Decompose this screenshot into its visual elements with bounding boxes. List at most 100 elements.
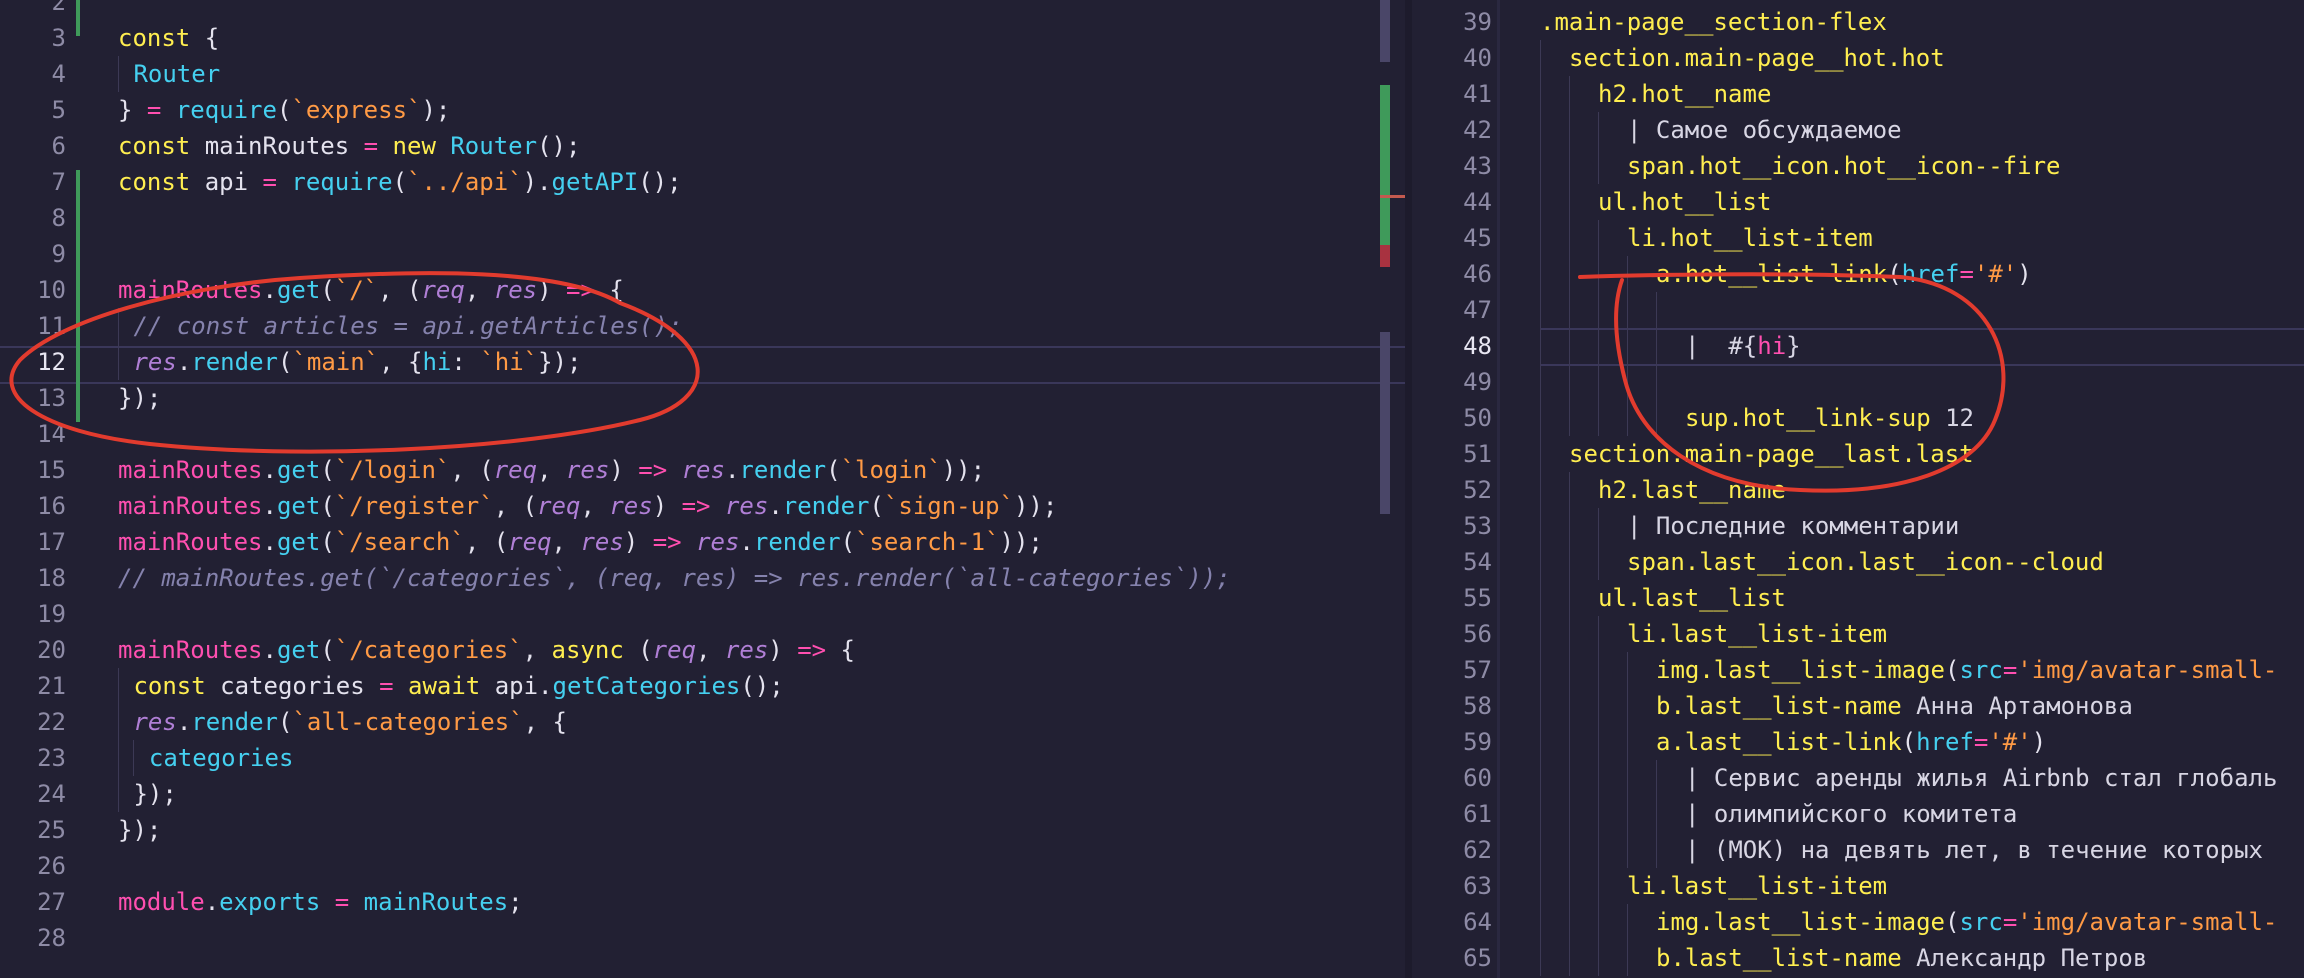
line-number[interactable]: 7: [0, 164, 66, 200]
code-text[interactable]: h2.hot__name: [1540, 76, 1771, 112]
line-number[interactable]: 10: [0, 272, 66, 308]
line-number[interactable]: 16: [0, 488, 66, 524]
line-number[interactable]: 17: [0, 524, 66, 560]
code-line[interactable]: 16 mainRoutes.get(`/register`, (req, res)…: [0, 488, 1405, 524]
code-text[interactable]: } = require(`express`);: [118, 92, 450, 128]
code-text[interactable]: section.main-page__last.last: [1540, 436, 1974, 472]
code-text[interactable]: module.exports = mainRoutes;: [118, 884, 523, 920]
code-text[interactable]: b.last__list-name Анна Артамонова: [1540, 688, 2133, 724]
line-number[interactable]: 19: [0, 596, 66, 632]
code-text[interactable]: span.hot__icon.hot__icon--fire: [1540, 148, 2060, 184]
code-line[interactable]: 26: [0, 848, 1405, 884]
code-text[interactable]: ul.hot__list: [1540, 184, 1771, 220]
line-number[interactable]: 23: [0, 740, 66, 776]
code-line[interactable]: 13});: [0, 380, 1405, 416]
overview-ruler-thumb[interactable]: [1380, 0, 1390, 62]
code-text[interactable]: res.render(`all-categories`, {: [118, 704, 567, 740]
code-text[interactable]: mainRoutes.get(`/categories`, async (req…: [118, 632, 855, 668]
line-number[interactable]: 18: [0, 560, 66, 596]
code-line[interactable]: 6 const mainRoutes = new Router();: [0, 128, 1405, 164]
editor-pane-pug-template[interactable]: 39 .main-page__section-flex 40 section.mai…: [1412, 0, 2304, 978]
code-line[interactable]: 47: [1412, 292, 2304, 328]
line-number[interactable]: 63: [1412, 868, 1492, 904]
line-number[interactable]: 48: [1412, 328, 1492, 364]
code-line[interactable]: 40 section.main-page__hot.hot: [1412, 40, 2304, 76]
code-line[interactable]: 61 | олимпийского комитета: [1412, 796, 2304, 832]
line-number[interactable]: 60: [1412, 760, 1492, 796]
code-line[interactable]: 28: [0, 920, 1405, 956]
code-text[interactable]: res.render(`main`, {hi: `hi`});: [118, 344, 581, 380]
code-line[interactable]: 46 a.hot__list-link(href='#'): [1412, 256, 2304, 292]
line-number[interactable]: 15: [0, 452, 66, 488]
code-line[interactable]: 17 mainRoutes.get(`/search`, (req, res) =…: [0, 524, 1405, 560]
code-line[interactable]: 64 img.last__list-image(src='img/avatar-…: [1412, 904, 2304, 940]
code-text[interactable]: [1540, 292, 1685, 328]
code-line[interactable]: 9: [0, 236, 1405, 272]
line-number[interactable]: 54: [1412, 544, 1492, 580]
code-text[interactable]: | (МОК) на девять лет, в течение которых: [1540, 832, 2263, 868]
code-line[interactable]: 56 li.last__list-item: [1412, 616, 2304, 652]
code-line[interactable]: 5} = require(`express`);: [0, 92, 1405, 128]
code-text[interactable]: [1540, 364, 1685, 400]
code-text[interactable]: li.hot__list-item: [1540, 220, 1873, 256]
code-line[interactable]: 51 section.main-page__last.last: [1412, 436, 2304, 472]
code-line[interactable]: 19: [0, 596, 1405, 632]
line-number[interactable]: 57: [1412, 652, 1492, 688]
line-number[interactable]: 58: [1412, 688, 1492, 724]
code-text[interactable]: });: [118, 380, 161, 416]
code-text[interactable]: li.last__list-item: [1540, 616, 1887, 652]
code-text[interactable]: Router: [118, 56, 220, 92]
line-number[interactable]: 11: [0, 308, 66, 344]
line-number[interactable]: 62: [1412, 832, 1492, 868]
code-text[interactable]: mainRoutes.get(`/login`, (req, res) => r…: [118, 452, 985, 488]
line-number[interactable]: 43: [1412, 148, 1492, 184]
line-number[interactable]: 40: [1412, 40, 1492, 76]
line-number[interactable]: 3: [0, 20, 66, 56]
editor-split-divider[interactable]: [1405, 0, 1412, 978]
code-line[interactable]: 43 span.hot__icon.hot__icon--fire: [1412, 148, 2304, 184]
code-text[interactable]: // const articles = api.getArticles();: [118, 308, 683, 344]
code-line[interactable]: 52 h2.last__name: [1412, 472, 2304, 508]
line-number[interactable]: 55: [1412, 580, 1492, 616]
line-number[interactable]: 14: [0, 416, 66, 452]
line-number[interactable]: 44: [1412, 184, 1492, 220]
code-text[interactable]: a.last__list-link(href='#'): [1540, 724, 2046, 760]
code-line[interactable]: 62 | (МОК) на девять лет, в течение кото…: [1412, 832, 2304, 868]
code-text[interactable]: span.last__icon.last__icon--cloud: [1540, 544, 2104, 580]
code-text[interactable]: categories: [118, 740, 293, 776]
line-number[interactable]: 22: [0, 704, 66, 740]
code-line[interactable]: 65 b.last__list-name Александр Петров: [1412, 940, 2304, 976]
line-number[interactable]: 25: [0, 812, 66, 848]
code-line[interactable]: 57 img.last__list-image(src='img/avatar-…: [1412, 652, 2304, 688]
code-line[interactable]: 49: [1412, 364, 2304, 400]
code-line[interactable]: 59 a.last__list-link(href='#'): [1412, 724, 2304, 760]
code-line[interactable]: 12 res.render(`main`, {hi: `hi`});: [0, 344, 1405, 380]
code-line[interactable]: 50 sup.hot__link-sup 12: [1412, 400, 2304, 436]
line-number[interactable]: 51: [1412, 436, 1492, 472]
code-text[interactable]: const categories = await api.getCategori…: [118, 668, 784, 704]
code-line[interactable]: 22 res.render(`all-categories`, {: [0, 704, 1405, 740]
code-line[interactable]: 39 .main-page__section-flex: [1412, 4, 2304, 40]
code-line[interactable]: 3 const {: [0, 20, 1405, 56]
code-text[interactable]: const {: [118, 20, 219, 56]
code-text[interactable]: });: [118, 812, 161, 848]
code-text[interactable]: mainRoutes.get(`/register`, (req, res) =…: [118, 488, 1057, 524]
line-number[interactable]: 27: [0, 884, 66, 920]
line-number[interactable]: 4: [0, 56, 66, 92]
line-number[interactable]: 47: [1412, 292, 1492, 328]
line-number[interactable]: 61: [1412, 796, 1492, 832]
code-line[interactable]: 18 // mainRoutes.get(`/categories`, (req,…: [0, 560, 1405, 596]
code-line[interactable]: 48 | #{hi}: [1412, 328, 2304, 364]
line-number[interactable]: 56: [1412, 616, 1492, 652]
code-line[interactable]: 44 ul.hot__list: [1412, 184, 2304, 220]
code-text[interactable]: section.main-page__hot.hot: [1540, 40, 1945, 76]
code-text[interactable]: mainRoutes.get(`/`, (req, res) => {: [118, 272, 624, 308]
line-number[interactable]: 45: [1412, 220, 1492, 256]
code-text[interactable]: // mainRoutes.get(`/categories`, (req, r…: [118, 560, 1231, 596]
code-line[interactable]: 21 const categories = await api.getCateg…: [0, 668, 1405, 704]
code-line[interactable]: 60 | Сервис аренды жилья Airbnb стал гло…: [1412, 760, 2304, 796]
code-text[interactable]: b.last__list-name Александр Петров: [1540, 940, 2147, 976]
line-number[interactable]: 52: [1412, 472, 1492, 508]
line-number[interactable]: 39: [1412, 4, 1492, 40]
code-text[interactable]: img.last__list-image(src='img/avatar-sma…: [1540, 652, 2277, 688]
